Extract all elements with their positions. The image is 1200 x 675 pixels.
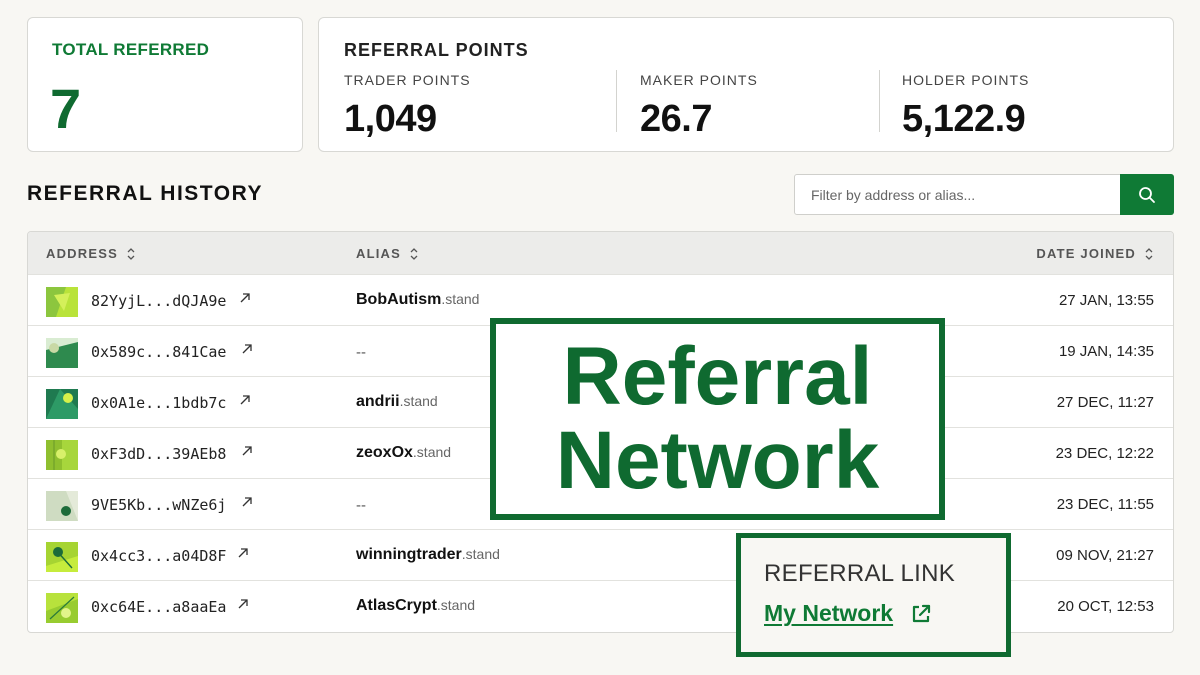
avatar [46,338,78,368]
trader-points: TRADER POINTS 1,049 [344,72,471,141]
address-text[interactable]: 0x589c...841Cae [91,343,226,361]
date-joined: 23 DEC, 11:55 [1056,496,1154,513]
date-joined: 20 OCT, 12:53 [1057,598,1154,615]
banner-line-1: Referral [562,331,873,422]
external-link-icon[interactable] [237,598,249,610]
referral-points-card: REFERRAL POINTS TRADER POINTS 1,049 MAKE… [318,17,1174,152]
external-link-icon[interactable] [237,547,249,559]
alias-empty: -- [356,344,366,361]
external-link-icon[interactable] [241,496,253,508]
search-box [794,174,1174,215]
column-alias-header[interactable]: ALIAS [356,246,419,261]
alias-suffix: .stand [412,444,452,460]
alias-suffix: .stand [441,291,480,307]
column-address-header[interactable]: ADDRESS [46,246,136,261]
address-text[interactable]: 0x4cc3...a04D8F [91,547,226,565]
alias-name: AtlasCrypt [356,597,437,614]
avatar [46,491,78,521]
date-joined: 19 JAN, 14:35 [1058,343,1154,360]
external-link-icon[interactable] [241,343,253,355]
avatar [46,287,78,317]
search-button[interactable] [1120,174,1174,215]
alias: BobAutism.stand [356,291,479,309]
alias: andrii.stand [356,393,438,411]
avatar [46,389,78,419]
holder-points-label: HOLDER POINTS [902,72,1030,88]
sort-icon [127,247,135,260]
alias-suffix: .stand [399,393,438,409]
total-referred-card: TOTAL REFERRED 7 [27,17,303,152]
holder-points: HOLDER POINTS 5,122.9 [902,72,1029,141]
alias-name: andrii [356,393,400,410]
address-text[interactable]: 0x0A1e...1bdb7c [91,394,226,412]
maker-points-label: MAKER POINTS [640,72,758,88]
my-network-link[interactable]: My Network [764,600,893,627]
alias: winningtrader.stand [356,546,500,564]
search-icon [1139,186,1155,203]
banner-line-2: Network [555,415,880,506]
alias-suffix: .stand [436,597,476,613]
alias-name: BobAutism [356,291,442,308]
table-header: ADDRESS ALIAS DATE JOINED [28,232,1173,274]
sort-icon [410,247,418,260]
trader-points-value: 1,049 [344,98,437,140]
total-referred-value: 7 [50,77,82,140]
search-input[interactable] [795,175,1120,214]
column-alias-label: ALIAS [356,246,401,261]
divider [879,70,880,132]
date-joined: 09 NOV, 21:27 [1056,547,1154,564]
avatar [46,593,78,623]
address-text[interactable]: 82YyjL...dQJA9e [91,292,226,310]
external-link-icon[interactable] [239,292,251,304]
alias: AtlasCrypt.stand [356,597,475,615]
date-joined: 23 DEC, 12:22 [1055,445,1154,462]
referral-history-title: REFERRAL HISTORY [27,182,263,205]
maker-points: MAKER POINTS 26.7 [640,72,758,141]
holder-points-value: 5,122.9 [902,98,1026,140]
alias-name: winningtrader [356,546,462,563]
column-address-label: ADDRESS [46,246,118,261]
referral-network-banner: Referral Network [490,318,945,520]
address-text[interactable]: 0xF3dD...39AEb8 [91,445,226,463]
trader-points-label: TRADER POINTS [344,72,471,88]
alias-suffix: .stand [461,546,500,562]
external-link-icon[interactable] [910,603,932,625]
address-text[interactable]: 0xc64E...a8aaEa [91,598,226,616]
alias-empty: -- [356,497,366,514]
column-date-label: DATE JOINED [1036,246,1136,261]
avatar [46,542,78,572]
alias-name: zeoxOx [356,444,413,461]
divider [616,70,617,132]
alias: zeoxOx.stand [356,444,451,462]
date-joined: 27 JAN, 13:55 [1058,292,1154,309]
sort-icon [1145,247,1153,260]
referral-link-box: REFERRAL LINK My Network [736,533,1011,657]
external-link-icon[interactable] [239,394,251,406]
column-date-header[interactable]: DATE JOINED [1036,246,1154,261]
referral-points-title: REFERRAL POINTS [344,40,529,60]
maker-points-value: 26.7 [640,98,712,140]
referral-link-title: REFERRAL LINK [764,560,956,587]
avatar [46,440,78,470]
date-joined: 27 DEC, 11:27 [1056,394,1154,411]
external-link-icon[interactable] [241,445,253,457]
total-referred-label: TOTAL REFERRED [52,40,210,59]
address-text[interactable]: 9VE5Kb...wNZe6j [91,496,226,514]
